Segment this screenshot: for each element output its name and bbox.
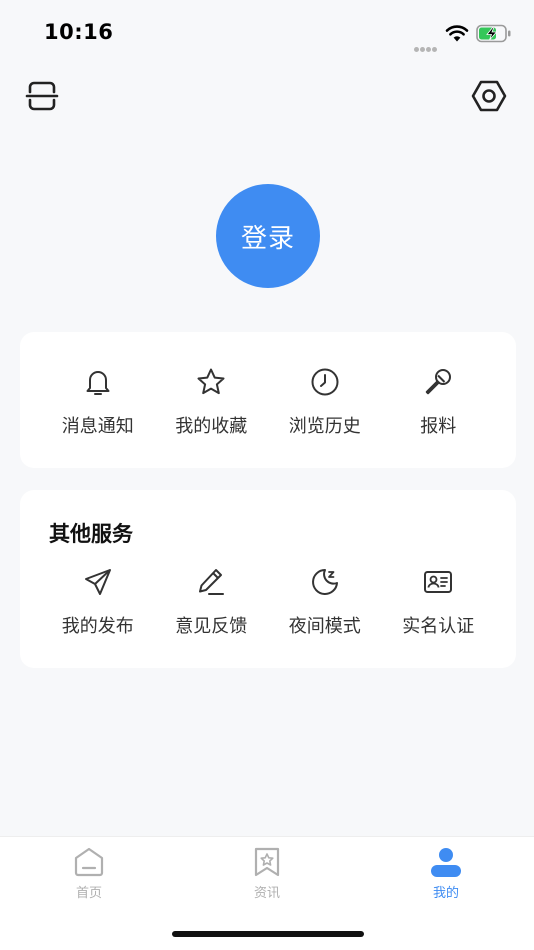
bell-icon <box>86 371 110 395</box>
tab-home[interactable]: 首页 <box>49 845 129 901</box>
quick-actions-grid: 消息通知 我的收藏 浏览历史 报料 <box>20 366 516 438</box>
my-posts-label: 我的发布 <box>61 616 134 637</box>
history-label: 浏览历史 <box>288 416 361 437</box>
star-icon <box>197 368 225 395</box>
profile-screen: 10:16 登录 消息通知 我的收藏 浏览历史 报料 其他服务 我的发布 意见反… <box>0 0 534 950</box>
pencil-icon <box>199 569 225 595</box>
status-bar: 10:16 <box>0 0 534 64</box>
report-tip-button[interactable]: 报料 <box>382 366 496 438</box>
favorites-label: 我的收藏 <box>175 416 248 437</box>
id-card-icon <box>424 571 453 593</box>
wifi-icon <box>445 25 469 42</box>
login-button[interactable]: 登录 <box>216 184 320 288</box>
services-grid: 我的发布 意见反馈 夜间模式 实名认证 <box>20 566 516 638</box>
real-name-verification-button[interactable]: 实名认证 <box>382 566 496 638</box>
tab-news[interactable]: 资讯 <box>227 845 307 901</box>
feedback-button[interactable]: 意见反馈 <box>155 566 269 638</box>
scan-icon[interactable] <box>24 78 60 114</box>
services-title: 其他服务 <box>49 522 133 546</box>
feedback-label: 意见反馈 <box>175 616 248 637</box>
real-name-verification-label: 实名认证 <box>402 616 475 637</box>
report-tip-label: 报料 <box>420 416 457 437</box>
moon-icon <box>311 569 338 595</box>
cellular-signal-icon <box>414 37 438 56</box>
tab-news-label: 资讯 <box>253 886 280 901</box>
status-time: 10:16 <box>44 20 114 44</box>
home-icon <box>74 847 104 877</box>
clock-icon <box>311 368 339 396</box>
microphone-icon <box>426 369 452 395</box>
battery-charging-icon <box>476 24 511 43</box>
tab-me[interactable]: 我的 <box>406 845 486 901</box>
login-label: 登录 <box>240 223 295 254</box>
paper-plane-icon <box>84 569 111 595</box>
settings-icon[interactable] <box>470 77 508 115</box>
notifications-button[interactable]: 消息通知 <box>41 366 155 438</box>
bookmark-star-icon <box>254 847 280 877</box>
night-mode-label: 夜间模式 <box>288 616 361 637</box>
history-button[interactable]: 浏览历史 <box>268 366 382 438</box>
person-icon <box>431 848 461 877</box>
night-mode-button[interactable]: 夜间模式 <box>268 566 382 638</box>
tab-home-label: 首页 <box>75 886 102 901</box>
quick-actions-card: 消息通知 我的收藏 浏览历史 报料 <box>20 332 516 468</box>
notifications-label: 消息通知 <box>61 416 134 437</box>
other-services-card: 其他服务 我的发布 意见反馈 夜间模式 实名认证 <box>20 490 516 668</box>
my-posts-button[interactable]: 我的发布 <box>41 566 155 638</box>
favorites-button[interactable]: 我的收藏 <box>155 366 269 438</box>
home-indicator <box>172 931 364 937</box>
tab-me-label: 我的 <box>432 886 459 901</box>
